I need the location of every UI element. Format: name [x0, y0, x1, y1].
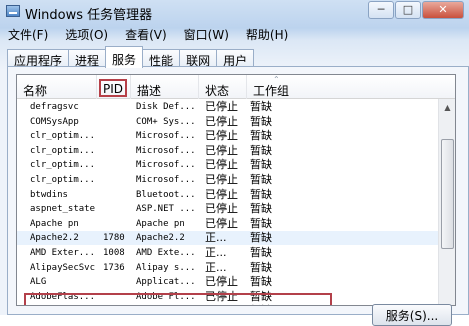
table-row[interactable]: btwdins Bluetoot... 已停止 暂缺: [17, 188, 439, 202]
window-title: Windows 任务管理器: [25, 8, 153, 23]
menu-view[interactable]: 查看(V): [117, 24, 176, 44]
service-group-cell: 暂缺: [250, 100, 272, 113]
service-name-cell: aspnet_state: [30, 204, 96, 215]
service-status-cell: 已停止: [205, 187, 238, 201]
service-group-cell: 暂缺: [250, 114, 272, 128]
table-row[interactable]: AMD Exter... 1008 AMD Exte... 正... 暂缺: [17, 246, 439, 260]
sort-arrow-icon: ⌃: [273, 75, 280, 84]
table-row[interactable]: clr_optim... Microsof... 已停止 暂缺: [17, 158, 439, 172]
table-row[interactable]: clr_optim... Microsof... 已停止 暂缺: [17, 144, 439, 158]
table-row-selected[interactable]: Apache2.2 1780 Apache2.2 正... 暂缺: [17, 231, 439, 246]
service-description-cell: ASP.NET ...: [136, 204, 196, 215]
tab-services[interactable]: 服务: [105, 46, 144, 68]
service-description-cell: Microsof...: [136, 175, 196, 185]
menu-bar: 文件(F) 选项(O) 查看(V) 窗口(W) 帮助(H): [0, 24, 469, 44]
service-description-cell: Apache pn: [136, 218, 185, 229]
service-status-cell: 已停止: [205, 100, 238, 113]
selected-row-highlight-box: [24, 293, 332, 305]
minimize-button[interactable]: ─: [368, 1, 394, 19]
service-group-cell: 暂缺: [250, 202, 272, 216]
table-row[interactable]: clr_optim... Microsof... 已停止 暂缺: [17, 173, 439, 187]
service-name-cell: ALG: [30, 277, 47, 288]
column-header-name[interactable]: 名称: [17, 75, 97, 99]
task-manager-window: Windows 任务管理器 ─ □ ✕ 文件(F) 选项(O) 查看(V) 窗口…: [0, 0, 469, 326]
tab-strip: 应用程序 进程 服务 性能 联网 用户: [7, 46, 255, 68]
service-status-cell: 已停止: [205, 143, 238, 157]
service-name-cell: Apache2.2: [30, 233, 79, 244]
service-pid-cell: 1008: [103, 248, 125, 258]
service-status-cell: 已停止: [205, 173, 238, 186]
service-description-cell: AMD Exte...: [136, 248, 196, 258]
table-row[interactable]: ALG Applicat... 已停止 暂缺: [17, 275, 439, 289]
service-status-cell: 正...: [205, 246, 227, 259]
close-button[interactable]: ✕: [422, 1, 464, 19]
service-description-cell: COM+ Sys...: [136, 116, 196, 127]
menu-options[interactable]: 选项(O): [57, 24, 117, 44]
service-pid-cell: 1736: [103, 262, 125, 273]
service-status-cell: 正...: [205, 260, 227, 274]
scroll-thumb[interactable]: [441, 139, 454, 249]
services-button[interactable]: 服务(S)...: [372, 304, 452, 326]
title-bar: Windows 任务管理器 ─ □ ✕: [0, 0, 469, 24]
service-group-cell: 暂缺: [250, 246, 272, 259]
service-description-cell: Microsof...: [136, 131, 196, 142]
service-name-cell: clr_optim...: [30, 175, 96, 185]
service-name-cell: Apache pn: [30, 218, 79, 229]
menu-help[interactable]: 帮助(H): [238, 24, 297, 44]
service-description-cell: Disk Def...: [136, 102, 196, 112]
service-group-cell: 暂缺: [250, 275, 272, 289]
service-description-cell: Apache2.2: [136, 233, 185, 244]
service-name-cell: defragsvc: [30, 102, 79, 112]
service-description-cell: Bluetoot...: [136, 189, 196, 200]
service-name-cell: AMD Exter...: [30, 248, 96, 258]
vertical-scrollbar[interactable]: ▲: [438, 99, 455, 305]
service-name-cell: clr_optim...: [30, 160, 96, 171]
table-row[interactable]: defragsvc Disk Def... 已停止 暂缺: [17, 100, 439, 114]
service-name-cell: COMSysApp: [30, 116, 79, 127]
service-group-cell: 暂缺: [250, 143, 272, 157]
service-description-cell: Alipay s...: [136, 262, 196, 273]
menu-file[interactable]: 文件(F): [0, 24, 57, 44]
maximize-button[interactable]: □: [395, 1, 421, 19]
service-group-cell: 暂缺: [250, 187, 272, 201]
services-list[interactable]: 名称 PID 描述 状态 工作组 ⌃ defragsvc Disk Def... 已…: [16, 74, 456, 306]
table-row[interactable]: aspnet_state ASP.NET ... 已停止 暂缺: [17, 202, 439, 216]
column-header-status[interactable]: 状态: [199, 75, 247, 99]
pid-highlight-box: [99, 79, 127, 97]
service-name-cell: clr_optim...: [30, 131, 96, 142]
service-description-cell: Microsof...: [136, 160, 196, 171]
service-group-cell: 暂缺: [250, 129, 272, 143]
service-description-cell: Applicat...: [136, 277, 196, 288]
table-row[interactable]: COMSysApp COM+ Sys... 已停止 暂缺: [17, 115, 439, 129]
column-header-description[interactable]: 描述: [131, 75, 199, 99]
table-row[interactable]: clr_optim... Microsof... 已停止 暂缺: [17, 129, 439, 143]
window-controls: ─ □ ✕: [367, 1, 464, 19]
service-status-cell: 已停止: [205, 129, 238, 143]
table-row[interactable]: Apache pn Apache pn 已停止 暂缺: [17, 217, 439, 231]
service-description-cell: Microsof...: [136, 145, 196, 156]
service-name-cell: AlipaySecSvc: [30, 262, 96, 273]
service-status-cell: 已停止: [205, 158, 238, 172]
service-status-cell: 已停止: [205, 216, 238, 230]
list-header: 名称 PID 描述 状态 工作组 ⌃: [17, 75, 455, 99]
service-status-cell: 正...: [205, 231, 227, 245]
service-name-cell: btwdins: [30, 189, 68, 200]
table-row[interactable]: AlipaySecSvc 1736 Alipay s... 正... 暂缺: [17, 261, 439, 275]
service-status-cell: 已停止: [205, 275, 238, 289]
service-group-cell: 暂缺: [250, 158, 272, 172]
service-name-cell: clr_optim...: [30, 145, 96, 156]
service-group-cell: 暂缺: [250, 173, 272, 186]
service-group-cell: 暂缺: [250, 231, 272, 245]
task-manager-icon: [6, 5, 20, 17]
service-group-cell: 暂缺: [250, 260, 272, 274]
menu-window[interactable]: 窗口(W): [176, 24, 238, 44]
service-status-cell: 已停止: [205, 114, 238, 128]
scroll-up-icon[interactable]: ▲: [439, 99, 455, 116]
service-status-cell: 已停止: [205, 202, 238, 216]
service-pid-cell: 1780: [103, 233, 125, 244]
service-group-cell: 暂缺: [250, 216, 272, 230]
